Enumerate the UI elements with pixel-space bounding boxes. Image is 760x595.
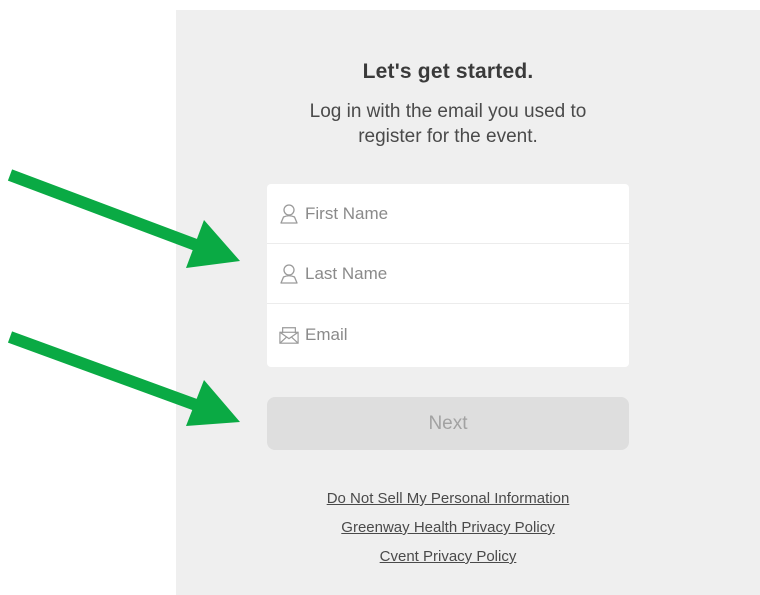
user-icon — [279, 263, 299, 285]
user-icon — [279, 203, 299, 225]
last-name-field-row — [267, 244, 629, 304]
email-field-row — [267, 304, 629, 365]
envelope-icon — [279, 324, 299, 346]
first-name-field-row — [267, 184, 629, 244]
greenway-privacy-link[interactable]: Greenway Health Privacy Policy — [267, 513, 629, 542]
next-button[interactable]: Next — [267, 397, 629, 450]
email-input[interactable] — [305, 324, 605, 345]
footer-links: Do Not Sell My Personal Information Gree… — [267, 484, 629, 571]
first-name-input[interactable] — [305, 203, 605, 224]
page-title: Let's get started. — [362, 60, 534, 83]
cvent-privacy-link[interactable]: Cvent Privacy Policy — [267, 542, 629, 571]
do-not-sell-link[interactable]: Do Not Sell My Personal Information — [267, 484, 629, 513]
last-name-input[interactable] — [305, 263, 605, 284]
page: Let's get started. Log in with the email… — [0, 0, 760, 595]
subtitle-line-1: Log in with the email you used to — [309, 101, 587, 122]
page-subtitle: Log in with the email you used to regist… — [176, 99, 720, 149]
subtitle-line-2: register for the event. — [358, 126, 538, 147]
login-form — [267, 184, 629, 367]
